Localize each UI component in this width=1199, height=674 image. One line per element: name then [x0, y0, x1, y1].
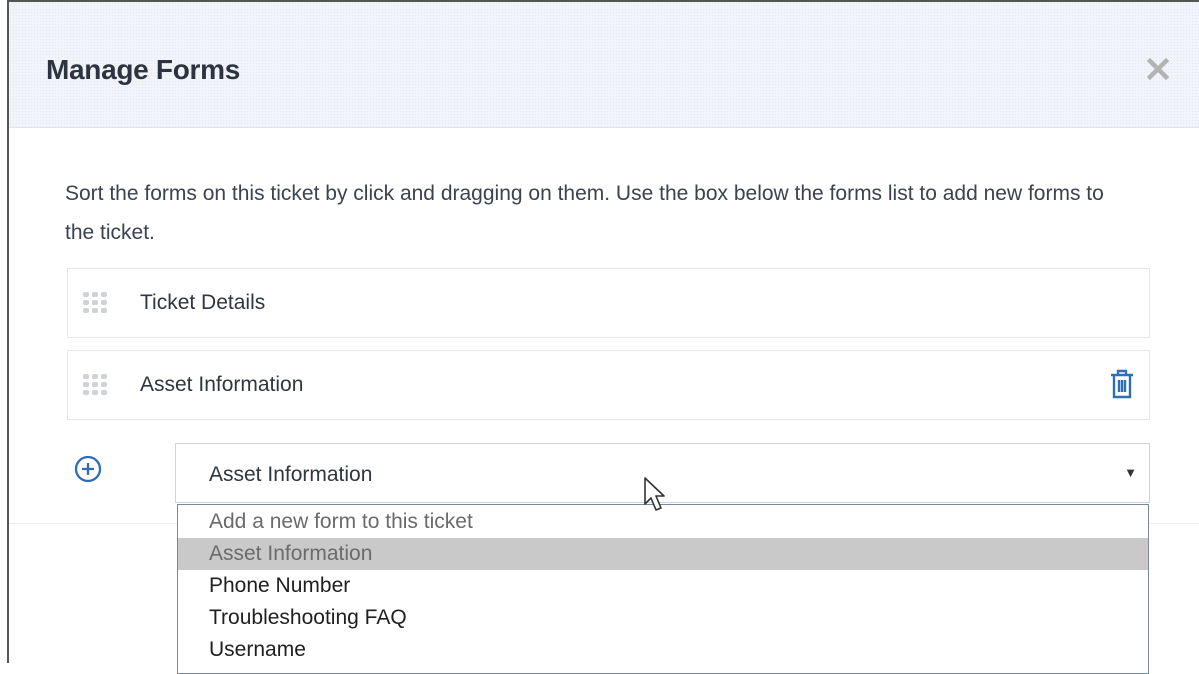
drag-handle-icon[interactable] — [82, 290, 108, 316]
dialog-description: Sort the forms on this ticket by click a… — [65, 182, 1104, 244]
dropdown-option-phone-number[interactable]: Phone Number — [178, 570, 1148, 602]
dialog-header: Manage Forms — [9, 2, 1199, 128]
plus-circle-icon[interactable] — [73, 454, 103, 484]
form-item-label: Ticket Details — [140, 291, 266, 314]
dropdown-option-asset-information[interactable]: Asset Information — [178, 538, 1148, 570]
manage-forms-dialog: Manage Forms Sort the forms on this tick… — [7, 0, 1199, 674]
form-item-asset-information[interactable]: Asset Information — [67, 350, 1150, 420]
trash-icon[interactable] — [1108, 368, 1136, 400]
dropdown-option-troubleshooting-faq[interactable]: Troubleshooting FAQ — [178, 602, 1148, 634]
dropdown-option-username[interactable]: Username — [178, 634, 1148, 666]
drag-handle-icon[interactable] — [82, 372, 108, 398]
caret-down-icon: ▼ — [1124, 465, 1137, 480]
add-form-dropdown-list[interactable]: Add a new form to this ticket Asset Info… — [177, 504, 1149, 674]
select-current-value: Asset Information — [209, 463, 373, 486]
form-item-ticket-details[interactable]: Ticket Details — [67, 268, 1150, 338]
form-item-label: Asset Information — [140, 373, 304, 396]
dropdown-option-placeholder[interactable]: Add a new form to this ticket — [178, 506, 1148, 538]
dialog-title: Manage Forms — [46, 54, 240, 85]
close-icon[interactable] — [1143, 54, 1173, 84]
add-form-select[interactable]: Asset Information ▼ — [175, 443, 1150, 503]
